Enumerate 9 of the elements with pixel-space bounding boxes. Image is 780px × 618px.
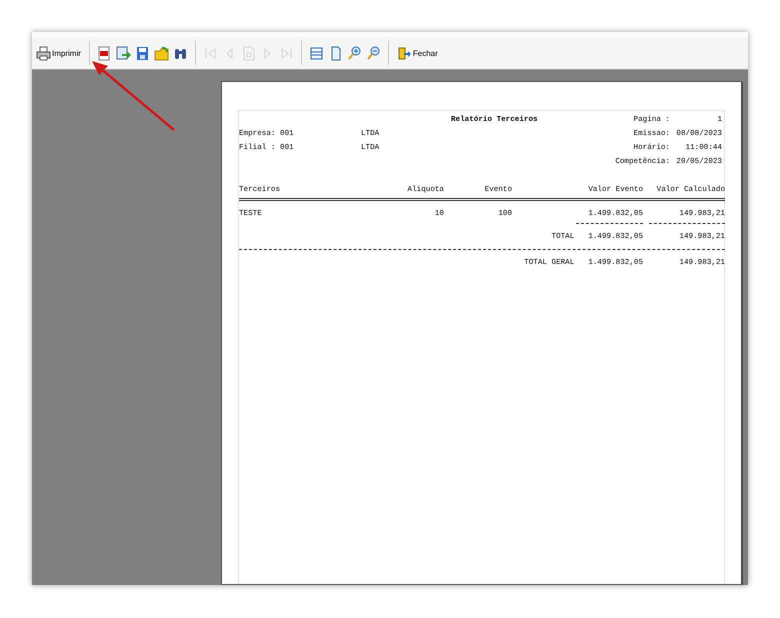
- zoom-in-icon[interactable]: [346, 44, 363, 62]
- printer-icon: [36, 46, 51, 60]
- page-width-icon[interactable]: [308, 44, 325, 62]
- close-button[interactable]: Fechar: [394, 44, 440, 62]
- print-button[interactable]: Imprimir: [34, 44, 83, 62]
- folder-icon[interactable]: [152, 44, 170, 62]
- exit-icon: [396, 46, 412, 60]
- zoom-out-icon[interactable]: [364, 44, 382, 62]
- export-icon[interactable]: [114, 44, 132, 62]
